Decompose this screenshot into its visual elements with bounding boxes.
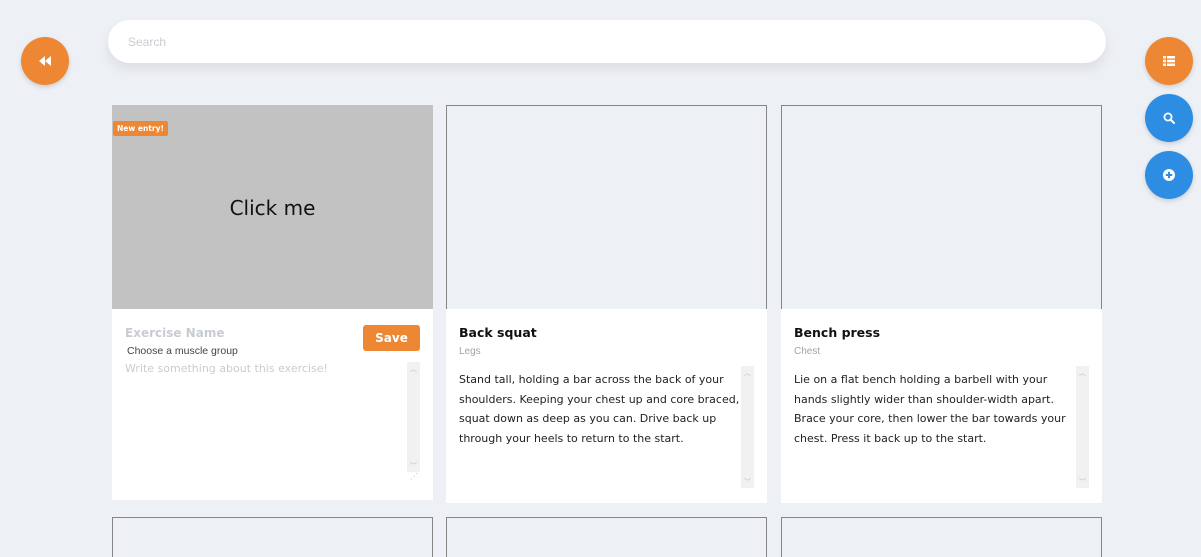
save-button[interactable]: Save [363,325,420,351]
exercise-card: Back squat Legs Stand tall, holding a ba… [446,105,767,503]
new-entry-badge: New entry! [113,121,168,136]
chevron-up-icon: ︿ [410,365,417,373]
exercise-muscle-group: Chest [794,346,821,357]
exercise-title: Back squat [459,325,537,340]
exercise-card: Bench press Chest Lie on a flat bench ho… [781,105,1102,503]
add-exercise-button[interactable] [1145,151,1193,199]
chevron-up-icon: ︿ [1079,369,1086,377]
exercise-image[interactable] [446,105,767,309]
exercise-muscle-group: Legs [459,346,481,357]
exercise-title: Bench press [794,325,881,340]
list-view-button[interactable] [1145,37,1193,85]
exercise-card-image[interactable] [112,517,433,557]
scrollbar[interactable]: ︿ ﹀ [741,366,754,488]
image-prompt: Click me [229,196,316,220]
description-textarea[interactable] [125,362,403,482]
plus-circle-icon [1163,169,1175,181]
list-icon [1163,56,1175,66]
search-bar [108,20,1106,63]
back-button[interactable] [21,37,69,85]
chevron-up-icon: ︿ [744,369,751,377]
resize-grip-icon[interactable]: ⋰ [410,472,420,482]
scrollbar[interactable]: ︿ ﹀ [1076,366,1089,488]
rewind-icon [39,56,51,66]
exercise-description: Lie on a flat bench holding a barbell wi… [794,373,1066,445]
chevron-down-icon: ﹀ [410,462,417,470]
exercise-card-image[interactable] [781,517,1102,557]
exercise-card-image[interactable] [446,517,767,557]
chevron-down-icon: ﹀ [744,478,751,486]
exercise-image[interactable] [781,105,1102,309]
scrollbar[interactable]: ︿ ﹀ [407,362,420,472]
search-icon [1163,112,1175,124]
new-entry-card: New entry! Click me Save Choose a muscle… [112,105,433,500]
exercise-name-input[interactable] [125,324,345,342]
search-button[interactable] [1145,94,1193,142]
search-input[interactable] [108,20,1088,63]
chevron-down-icon: ﹀ [1079,478,1086,486]
exercise-description: Stand tall, holding a bar across the bac… [459,373,740,445]
image-upload-area[interactable]: New entry! Click me [112,105,433,309]
